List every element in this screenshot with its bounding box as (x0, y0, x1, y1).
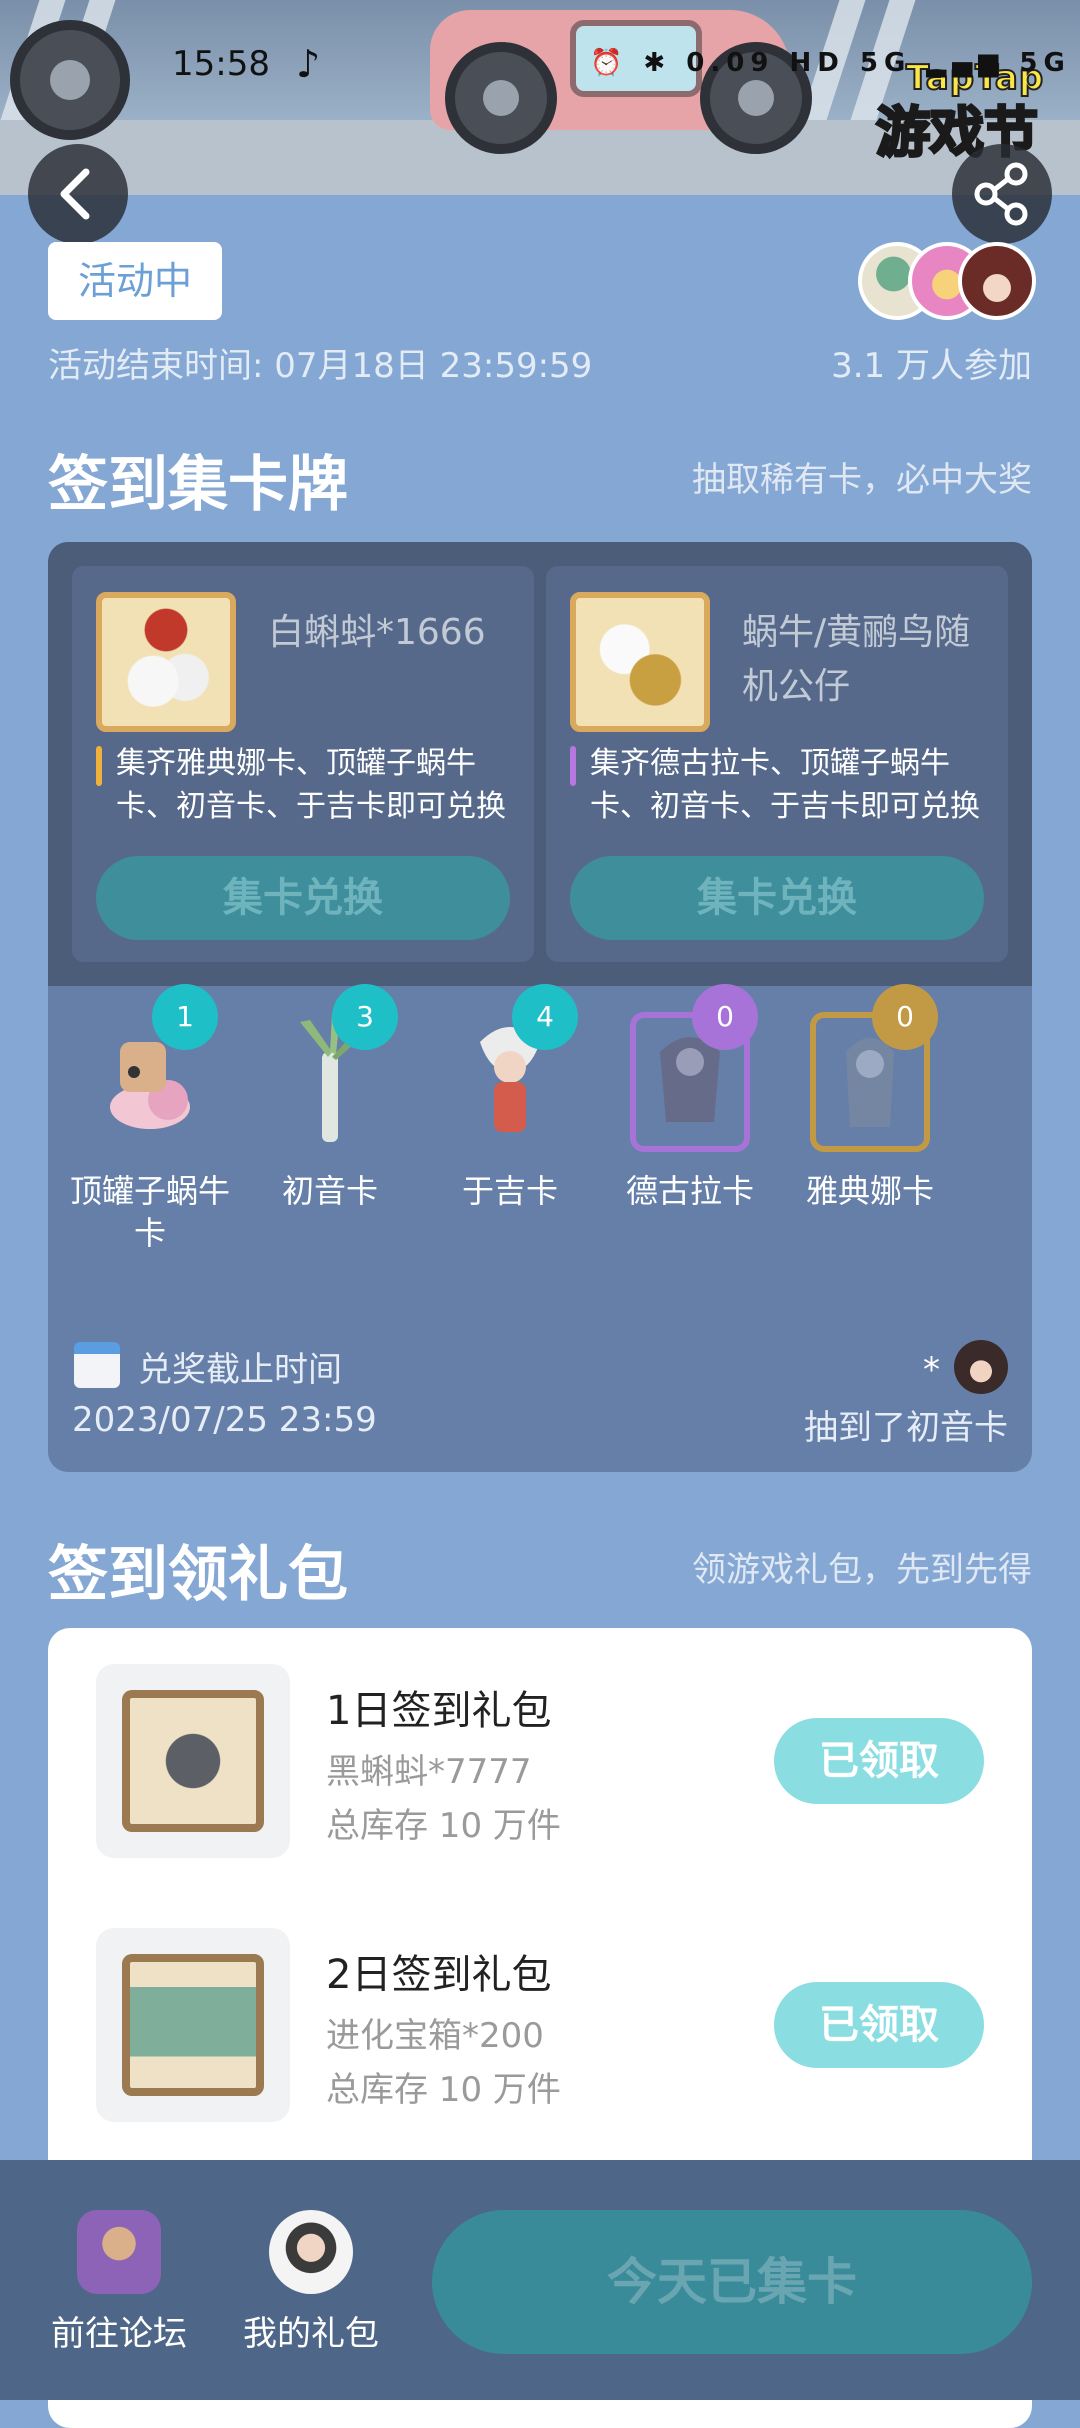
reward-image (96, 592, 236, 732)
gift-title: 1日签到礼包 (326, 1688, 552, 1734)
share-icon (974, 162, 1028, 226)
card-label: 初音卡 (281, 1172, 378, 1210)
section-subtitle-cards: 抽取稀有卡，必中大奖 (692, 460, 1032, 500)
card-label: 德古拉卡 (625, 1172, 754, 1210)
forum-label: 前往论坛 (51, 2314, 187, 2354)
card-collection-panel: 白蝌蚪*1666 集齐雅典娜卡、顶罐子蜗牛卡、初音卡、于吉卡即可兑换 集卡兑换 … (48, 542, 1032, 1472)
collect-card[interactable]: 0 德古拉卡 (610, 984, 770, 1212)
gift-image (96, 1664, 290, 1858)
gift-pack-row: 2日签到礼包 进化宝箱*200 总库存 10 万件 已领取 (96, 1928, 984, 2122)
section-subtitle-gifts: 领游戏礼包，先到先得 (692, 1550, 1032, 1590)
drawn-user-avatar (954, 1340, 1008, 1394)
my-gifts-label: 我的礼包 (243, 2314, 379, 2354)
claimed-button[interactable]: 已领取 (774, 1982, 984, 2068)
section-title-gifts: 签到领礼包 (48, 1540, 348, 1610)
card-count-badge: 1 (152, 984, 218, 1050)
collect-card[interactable]: 3 初音卡 (250, 984, 410, 1212)
status-time: 15:58 (172, 44, 270, 84)
status-icons: ⏰ ✱ 0.09 HD 5G ▂▄▆ 5G (590, 48, 1071, 78)
bottom-action-bar: 前往论坛 我的礼包 今天已集卡 (0, 2160, 1080, 2400)
drawn-card-notice: 抽到了初音卡 (804, 1408, 1008, 1448)
gift-item: 进化宝箱*200 (326, 2016, 544, 2056)
gift-title: 2日签到礼包 (326, 1952, 552, 1998)
drawn-user-name: * (923, 1350, 940, 1390)
card-count-badge: 0 (872, 984, 938, 1050)
claimed-button[interactable]: 已领取 (774, 1718, 984, 1804)
back-button[interactable] (28, 144, 128, 244)
deadline-date: 2023/07/25 23:59 (72, 1400, 377, 1440)
forum-icon (77, 2210, 161, 2294)
forum-nav-button[interactable]: 前往论坛 (44, 2210, 194, 2355)
card-label: 于吉卡 (461, 1172, 558, 1210)
collect-card[interactable]: 4 于吉卡 (430, 984, 590, 1212)
exchange-button[interactable]: 集卡兑换 (96, 856, 510, 940)
share-button[interactable] (952, 144, 1052, 244)
reward-name: 白蝌蚪*1666 (268, 612, 486, 653)
my-gifts-nav-button[interactable]: 我的礼包 (236, 2210, 386, 2355)
card-count-badge: 0 (692, 984, 758, 1050)
gift-stock: 总库存 10 万件 (326, 2070, 561, 2110)
reward-description: 集齐德古拉卡、顶罐子蜗牛卡、初音卡、于吉卡即可兑换 (590, 746, 980, 824)
collect-card[interactable]: 1 顶罐子蜗牛卡 (70, 984, 231, 1254)
header-banner: TapTap 游戏节 (0, 0, 1080, 195)
reward-description: 集齐雅典娜卡、顶罐子蜗牛卡、初音卡、于吉卡即可兑换 (116, 746, 506, 824)
exchange-button[interactable]: 集卡兑换 (570, 856, 984, 940)
music-note-icon: ♪ (296, 42, 321, 86)
collect-today-button[interactable]: 今天已集卡 (432, 2210, 1032, 2354)
reward-card: 白蝌蚪*1666 集齐雅典娜卡、顶罐子蜗牛卡、初音卡、于吉卡即可兑换 集卡兑换 (72, 566, 534, 962)
reward-card: 蜗牛/黄鹂鸟随机公仔 集齐德古拉卡、顶罐子蜗牛卡、初音卡、于吉卡即可兑换 集卡兑… (546, 566, 1008, 962)
reward-image (570, 592, 710, 732)
activity-end-time: 活动结束时间: 07月18日 23:59:59 (48, 346, 593, 386)
gift-icon (269, 2210, 353, 2294)
activity-status-badge: 活动中 (48, 242, 222, 320)
calendar-icon (74, 1342, 120, 1388)
gift-item: 黑蝌蚪*7777 (326, 1752, 532, 1792)
chevron-left-icon (60, 168, 90, 220)
gift-pack-row: 1日签到礼包 黑蝌蚪*7777 总库存 10 万件 已领取 (96, 1664, 984, 1858)
participant-avatar (958, 242, 1036, 320)
gift-image (96, 1928, 290, 2122)
deadline-label: 兑奖截止时间 (138, 1350, 342, 1390)
card-count-badge: 3 (332, 984, 398, 1050)
card-count-badge: 4 (512, 984, 578, 1050)
card-label: 雅典娜卡 (805, 1172, 934, 1210)
collect-card[interactable]: 0 雅典娜卡 (790, 984, 950, 1212)
gift-stock: 总库存 10 万件 (326, 1806, 561, 1846)
card-label: 顶罐子蜗牛卡 (70, 1172, 231, 1252)
section-title-cards: 签到集卡牌 (48, 450, 348, 520)
participant-count: 3.1 万人参加 (831, 346, 1032, 386)
reward-name: 蜗牛/黄鹂鸟随机公仔 (742, 612, 971, 707)
